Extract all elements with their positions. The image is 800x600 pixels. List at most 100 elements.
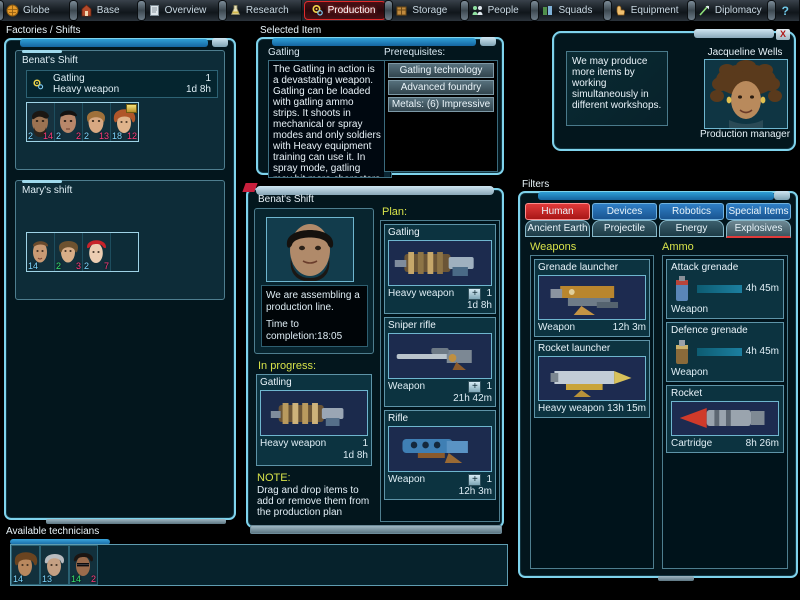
in-progress-image — [260, 390, 368, 436]
filter-tab-energy[interactable]: Energy — [659, 220, 724, 237]
nav-label: Storage — [412, 5, 448, 16]
filter-tab-devices[interactable]: Devices — [592, 203, 657, 220]
plan-item-card[interactable]: Rifle Weapon + 1 12h 3m — [384, 410, 496, 500]
selected-item-description[interactable]: The Gatling in action is a devastating w… — [268, 60, 392, 178]
tab-seam — [137, 1, 145, 20]
job-time: 1d 8h — [185, 84, 211, 95]
weapon-item-card[interactable]: Rocket launcher Heavy weapon 13h 15m — [534, 340, 650, 418]
frame-nub — [480, 37, 496, 46]
filters-panel-foot — [658, 576, 694, 581]
worker-portrait[interactable]: 2 14 — [27, 103, 55, 141]
filters-panel: Filters Human Weapons Devices Robotics S… — [518, 178, 800, 582]
nav-tab-production[interactable]: Production — [303, 1, 387, 20]
worker-portrait[interactable]: 14 — [27, 233, 55, 271]
filter-tab-robotics[interactable]: Robotics — [659, 203, 724, 220]
shift-name: Benat's Shift — [22, 55, 78, 66]
nav-tab-research[interactable]: Research — [218, 0, 302, 21]
filter-tab-projectile[interactable]: Projectile — [592, 220, 657, 237]
ammo-item-card[interactable]: Defence grenade 4h 45m Weapon — [666, 322, 784, 382]
shift-block-benat[interactable]: Benat's Shift Gatling Heavy weapon 1 1d … — [15, 50, 225, 170]
in-progress-card[interactable]: Gatling Heavy weapon 1 1d 8h — [256, 374, 372, 466]
worker-portrait[interactable]: 2 2 — [55, 103, 83, 141]
panel-foot-left — [46, 519, 226, 524]
in-progress-meta: Heavy weapon 1 — [260, 438, 368, 450]
prerequisites-list: Gatling technology Advanced foundry Meta… — [384, 60, 498, 172]
gear-icon — [311, 4, 324, 17]
worker-stat-left: 2 — [56, 131, 62, 141]
prerequisite-item[interactable]: Advanced foundry — [388, 80, 494, 95]
plan-item-category: Weapon — [388, 381, 426, 392]
nav-label: Overview — [164, 5, 207, 16]
nav-tab-squads[interactable]: Squads — [531, 0, 607, 21]
gear-icon — [32, 78, 45, 91]
worker-portrait[interactable]: 2 3 — [55, 233, 83, 271]
tab-seam — [0, 1, 3, 20]
worker-portrait[interactable]: 2 13 — [83, 103, 111, 141]
nav-tab-overview[interactable]: Overview — [137, 0, 222, 21]
worker-stat-right: 13 — [98, 131, 109, 141]
worker-portrait[interactable]: 2 7 — [83, 233, 111, 271]
ammo-item-meta: Weapon — [671, 367, 779, 379]
close-icon[interactable]: X — [776, 29, 790, 40]
prerequisite-item[interactable]: Metals: (6) Impressive — [388, 97, 494, 112]
filters-title: Filters — [522, 179, 550, 190]
ammo-item-visual-row: 4h 45m — [671, 336, 779, 367]
plan-item-increment-button[interactable]: + — [468, 474, 482, 486]
nav-tab-equipment[interactable]: Equipment — [603, 0, 691, 21]
panel-foot-center — [250, 525, 502, 534]
ammo-item-name: Attack grenade — [671, 262, 739, 273]
worker-stat-right: 3 — [75, 261, 81, 271]
nav-tab-base[interactable]: Base — [69, 0, 141, 21]
shift-block-mary[interactable]: Mary's shift 14 2 3 2 7 — [15, 180, 225, 300]
ammo-item-card[interactable]: Attack grenade 4h 45m Weapon — [666, 259, 784, 319]
tab-seam — [218, 1, 226, 20]
worker-portrait-row[interactable]: 2 14 2 2 2 13 18 12 — [26, 102, 139, 142]
nav-tab-people[interactable]: People — [460, 0, 535, 21]
plan-item-increment-button[interactable]: + — [468, 381, 482, 393]
technician-portrait[interactable]: 13 — [40, 545, 69, 585]
filter-tab-explosives[interactable]: Explosives — [726, 220, 791, 238]
technician-portrait[interactable]: 14 2 — [69, 545, 98, 585]
ammo-item-meta: Weapon — [671, 304, 779, 316]
shift-job-row[interactable]: Gatling Heavy weapon 1 1d 8h — [26, 70, 218, 98]
plan-item-image — [388, 333, 492, 379]
plan-list[interactable]: Gatling Heavy weapon + 1 1d 8h Sniper ri… — [380, 220, 500, 522]
technicians-tray[interactable]: 14 13 14 2 — [10, 544, 508, 586]
plan-item-increment-button[interactable]: + — [468, 288, 482, 300]
defence-grenade-icon — [676, 339, 688, 364]
shift-detail-title: Benat's Shift — [258, 194, 314, 205]
worker-portrait-row[interactable]: 14 2 3 2 7 — [26, 232, 139, 272]
prerequisite-item[interactable]: Gatling technology — [388, 63, 494, 78]
worker-badge-icon — [126, 104, 137, 113]
worker-portrait[interactable]: 18 12 — [111, 103, 138, 141]
worker-portrait-empty[interactable] — [111, 233, 138, 271]
weapons-list[interactable]: Grenade launcher Weapon 12h 3m Rocket la… — [530, 255, 654, 569]
worker-stat-left: 2 — [28, 131, 34, 141]
plan-item-card[interactable]: Gatling Heavy weapon + 1 1d 8h — [384, 224, 496, 314]
plan-item-qty: 1 — [486, 474, 492, 485]
shift-detail-panel: Benat's Shift We are assembling a produc… — [242, 183, 506, 530]
filter-tabs-row1: Human Weapons Devices Robotics Special I… — [525, 203, 791, 232]
filter-tab-ancient-earth[interactable]: Ancient Earth — [525, 220, 590, 237]
ammo-item-card[interactable]: Rocket Cartridge 8h 26m — [666, 385, 784, 453]
in-progress-time: 1d 8h — [342, 450, 368, 461]
technician-portrait[interactable]: 14 — [11, 545, 40, 585]
filter-tab-human-weapons[interactable]: Human Weapons — [525, 203, 590, 232]
plan-item-card[interactable]: Sniper rifle Weapon + 1 21h 42m — [384, 317, 496, 407]
nav-tab-diplomacy[interactable]: Diplomacy — [687, 0, 771, 21]
filter-tab-special-items[interactable]: Special Items — [726, 203, 791, 220]
weapon-item-card[interactable]: Grenade launcher Weapon 12h 3m — [534, 259, 650, 337]
attack-grenade-icon — [676, 275, 688, 301]
advisor-frame: X We may produce more items by working s… — [552, 29, 796, 151]
advisor-name: Jacqueline Wells — [707, 47, 783, 58]
nav-tab-help[interactable]: ? — [767, 0, 800, 21]
filters-frame: Human Weapons Devices Robotics Special I… — [518, 191, 798, 578]
plan-item-qty: 1 — [486, 381, 492, 392]
nav-tab-storage[interactable]: Storage — [385, 0, 464, 21]
technician-portrait-row[interactable]: 14 13 14 2 — [11, 545, 507, 585]
in-progress-category: Heavy weapon — [260, 438, 327, 449]
ammo-list[interactable]: Attack grenade 4h 45m Weapon Defence gre… — [662, 255, 788, 569]
plan-item-name: Rifle — [388, 413, 409, 424]
nav-tab-globe[interactable]: Globe — [0, 0, 73, 21]
description-text: The Gatling in action is a devastating w… — [273, 64, 381, 177]
